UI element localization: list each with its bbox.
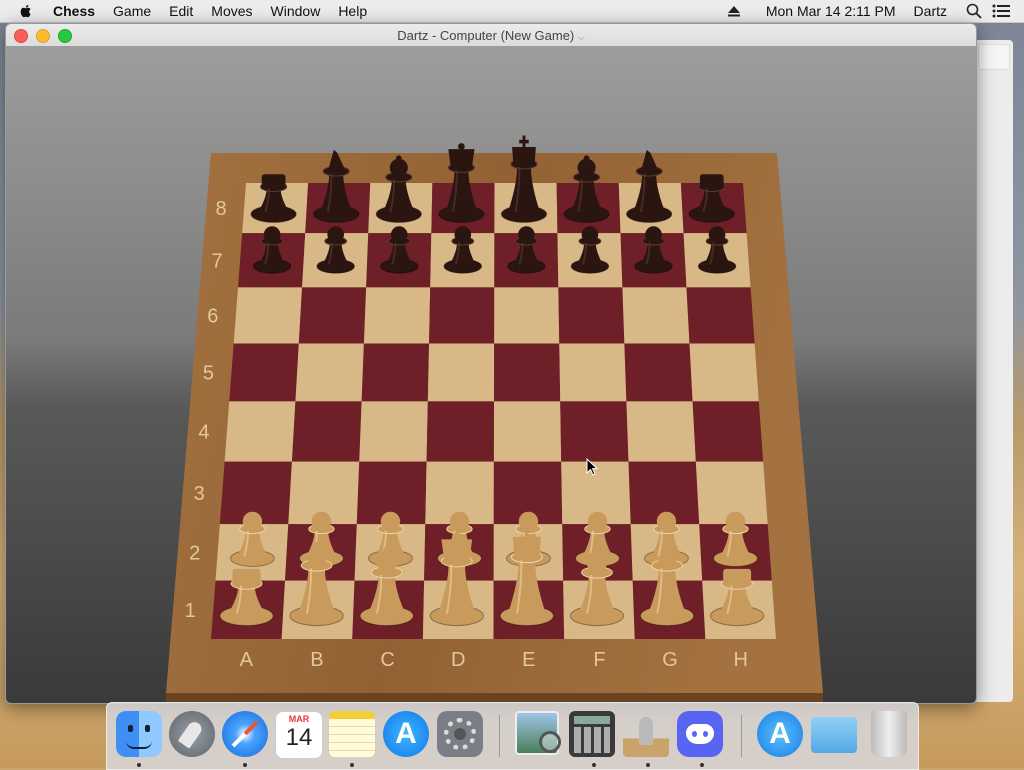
file-label: A bbox=[240, 649, 254, 671]
notes-running-indicator bbox=[350, 763, 354, 767]
calendar-day: 14 bbox=[285, 724, 313, 751]
rank-label: 4 bbox=[198, 422, 209, 444]
chevron-down-icon[interactable]: ⌵ bbox=[578, 32, 585, 42]
board-square[interactable] bbox=[626, 401, 696, 462]
file-label: H bbox=[733, 649, 747, 671]
menu-bar: Chess Game Edit Moves Window Help Mon Ma… bbox=[0, 0, 1024, 23]
downloads-icon[interactable]: A bbox=[757, 711, 803, 757]
board-square[interactable] bbox=[233, 287, 303, 344]
rank-label: 1 bbox=[185, 600, 196, 622]
launchpad-icon[interactable] bbox=[169, 711, 215, 757]
calculator-icon[interactable] bbox=[569, 711, 615, 757]
dock-separator bbox=[499, 715, 500, 757]
finder-running-indicator bbox=[137, 763, 141, 767]
preview-icon[interactable] bbox=[515, 711, 561, 755]
rank-label: 2 bbox=[189, 542, 200, 564]
board-square[interactable] bbox=[622, 287, 690, 344]
board-square[interactable] bbox=[689, 343, 759, 402]
file-label: G bbox=[662, 649, 678, 671]
chess-icon[interactable] bbox=[623, 711, 669, 757]
menu-clock[interactable]: Mon Mar 14 2:11 PM bbox=[757, 3, 905, 19]
mouse-cursor-icon bbox=[586, 458, 598, 476]
rank-label: 8 bbox=[216, 198, 227, 220]
board-square[interactable] bbox=[224, 401, 296, 462]
menu-window[interactable]: Window bbox=[262, 3, 330, 19]
board-square[interactable] bbox=[429, 287, 495, 344]
board-square[interactable] bbox=[229, 343, 299, 402]
eject-icon[interactable] bbox=[727, 5, 741, 17]
board-square[interactable] bbox=[363, 287, 431, 344]
discord-running-indicator bbox=[700, 763, 704, 767]
app-store-icon[interactable]: A bbox=[383, 711, 429, 757]
menu-game[interactable]: Game bbox=[104, 3, 160, 19]
rank-label: 7 bbox=[212, 250, 223, 272]
board-square[interactable] bbox=[558, 287, 625, 344]
notification-center-icon[interactable] bbox=[992, 4, 1010, 18]
file-label: D bbox=[451, 649, 465, 671]
file-label: F bbox=[593, 649, 605, 671]
discord-icon[interactable] bbox=[677, 711, 723, 757]
board-square[interactable] bbox=[624, 343, 693, 402]
menu-user[interactable]: Dartz bbox=[905, 3, 956, 19]
game-scene: 8 7 6 5 4 3 2 1 A B C D E F G H bbox=[6, 46, 976, 703]
system-preferences-icon[interactable] bbox=[437, 711, 483, 757]
dock: MAR 14 A A bbox=[106, 702, 919, 770]
menu-edit[interactable]: Edit bbox=[160, 3, 202, 19]
board-square[interactable] bbox=[295, 343, 364, 402]
calendar-month: MAR bbox=[288, 714, 310, 724]
board-square[interactable] bbox=[291, 401, 362, 462]
board-square[interactable] bbox=[686, 287, 755, 344]
safari-running-indicator bbox=[243, 763, 247, 767]
menu-app-name[interactable]: Chess bbox=[44, 3, 104, 19]
title-bar[interactable]: Dartz - Computer (New Game) ⌵ bbox=[6, 24, 976, 47]
board-square[interactable] bbox=[692, 401, 764, 462]
board-square[interactable] bbox=[298, 287, 367, 344]
notes-icon[interactable] bbox=[329, 711, 375, 757]
dock-separator bbox=[741, 715, 742, 757]
board-square[interactable] bbox=[494, 343, 561, 402]
rank-label: 3 bbox=[194, 483, 205, 505]
board-square[interactable] bbox=[560, 401, 629, 462]
board-square[interactable] bbox=[359, 401, 428, 462]
board-square[interactable] bbox=[493, 401, 562, 462]
safari-icon[interactable] bbox=[222, 711, 268, 757]
rank-label: 5 bbox=[203, 362, 214, 384]
board-square[interactable] bbox=[427, 343, 495, 402]
window-title[interactable]: Dartz - Computer (New Game) bbox=[397, 28, 574, 43]
calculator-running-indicator bbox=[592, 763, 596, 767]
chess-window: Dartz - Computer (New Game) ⌵ 8 7 6 5 4 3 2 1 A B… bbox=[5, 23, 977, 704]
calendar-icon[interactable]: MAR 14 bbox=[275, 711, 323, 759]
board-square[interactable] bbox=[559, 343, 627, 402]
menu-help[interactable]: Help bbox=[329, 3, 376, 19]
trash-icon[interactable] bbox=[871, 711, 907, 757]
file-label: E bbox=[522, 649, 535, 671]
file-label: B bbox=[310, 649, 323, 671]
apple-menu-icon[interactable] bbox=[18, 3, 34, 19]
menu-moves[interactable]: Moves bbox=[202, 3, 261, 19]
spotlight-search-icon[interactable] bbox=[966, 3, 982, 19]
board-square[interactable] bbox=[494, 287, 560, 344]
finder-icon[interactable] bbox=[116, 711, 162, 757]
file-label: C bbox=[380, 649, 394, 671]
chess-board[interactable]: 8 7 6 5 4 3 2 1 A B C D E F G H bbox=[6, 46, 976, 703]
folder-icon[interactable] bbox=[811, 717, 857, 753]
rank-label: 6 bbox=[207, 305, 218, 327]
chess-running-indicator bbox=[646, 763, 650, 767]
board-square[interactable] bbox=[361, 343, 430, 402]
board-square[interactable] bbox=[426, 401, 495, 462]
